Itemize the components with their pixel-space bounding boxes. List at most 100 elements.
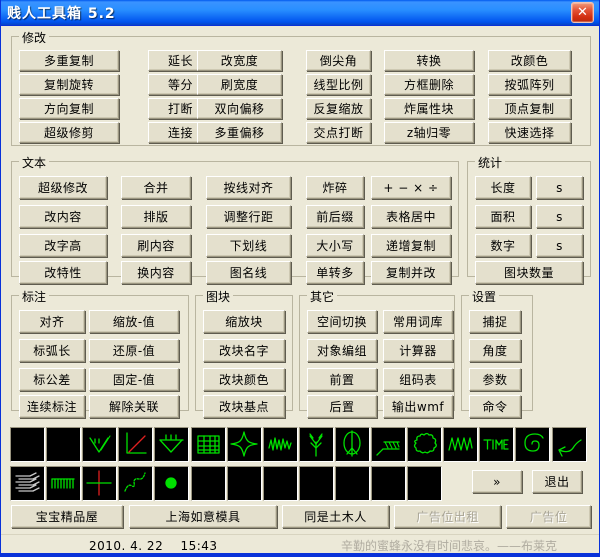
text-button-表格居中[interactable]: 表格居中 <box>371 205 451 228</box>
annotation-button-标弧长[interactable]: 标弧长 <box>19 339 85 362</box>
four-point-star-icon[interactable] <box>227 427 262 462</box>
comb-pattern-icon[interactable] <box>46 466 81 501</box>
antenna-tower-icon[interactable] <box>335 427 370 462</box>
other-button-输出wmf[interactable]: 输出wmf <box>383 395 453 418</box>
text-button-下划线[interactable]: 下划线 <box>206 234 291 257</box>
modify-button-z轴归零[interactable]: z轴归零 <box>384 122 474 143</box>
other-button-对象编组[interactable]: 对象编组 <box>307 339 377 362</box>
cloud-revision-icon[interactable] <box>407 427 442 462</box>
block-button-改块名字[interactable]: 改块名字 <box>203 339 285 362</box>
stats-side-button-长度[interactable]: s <box>536 176 583 199</box>
icon-cell-empty-r2-10[interactable] <box>371 466 406 501</box>
modify-button-顶点复制[interactable]: 顶点复制 <box>488 98 571 119</box>
text-button-合并[interactable]: 合并 <box>121 176 191 199</box>
text-button-前后缀[interactable]: 前后缀 <box>306 205 364 228</box>
elevation-symbol-icon[interactable] <box>82 427 117 462</box>
ad-button-同是土木人[interactable]: 同是土木人 <box>282 505 389 528</box>
text-button-排版[interactable]: 排版 <box>121 205 191 228</box>
modify-button-超级修剪[interactable]: 超级修剪 <box>19 122 119 143</box>
modify-button-线型比例[interactable]: 线型比例 <box>306 74 371 95</box>
icon-cell-empty-r2-8[interactable] <box>299 466 334 501</box>
settings-button-捕捉[interactable]: 捕捉 <box>469 310 521 333</box>
tree-branch-icon[interactable] <box>299 427 334 462</box>
modify-button-倒尖角[interactable]: 倒尖角 <box>306 50 371 71</box>
stats-button-数字[interactable]: 数字 <box>475 234 531 257</box>
annotation-button-还原-值[interactable]: 还原-值 <box>89 339 179 362</box>
text-button-btn[interactable]: + − × ÷ <box>371 176 451 199</box>
hatch-lines-icon[interactable] <box>10 466 45 501</box>
modify-button-刷宽度[interactable]: 刷宽度 <box>197 74 282 95</box>
modify-button-转换[interactable]: 转换 <box>384 50 474 71</box>
modify-button-按弧阵列[interactable]: 按弧阵列 <box>488 74 571 95</box>
other-button-组码表[interactable]: 组码表 <box>383 368 453 391</box>
annotation-button-标公差[interactable]: 标公差 <box>19 368 85 391</box>
icon-cell-empty-r2-11[interactable] <box>407 466 442 501</box>
level-marks-icon[interactable] <box>154 427 189 462</box>
scribble-wave-icon[interactable] <box>263 427 298 462</box>
icon-cell-empty-r2-6[interactable] <box>227 466 262 501</box>
modify-button-多重复制[interactable]: 多重复制 <box>19 50 119 71</box>
modify-button-快速选择[interactable]: 快速选择 <box>488 122 571 143</box>
filled-dot-icon[interactable] <box>154 466 189 501</box>
stats-button-面积[interactable]: 面积 <box>475 205 531 228</box>
settings-button-角度[interactable]: 角度 <box>469 339 521 362</box>
text-button-递增复制[interactable]: 递增复制 <box>371 234 451 257</box>
annotation-button-连续标注[interactable]: 连续标注 <box>19 395 85 418</box>
modify-button-双向偏移[interactable]: 双向偏移 <box>197 98 282 119</box>
block-button-改块基点[interactable]: 改块基点 <box>203 395 285 418</box>
icon-cell-empty-r1-1[interactable] <box>46 427 81 462</box>
text-button-调整行距[interactable]: 调整行距 <box>206 205 291 228</box>
modify-button-炸属性块[interactable]: 炸属性块 <box>384 98 474 119</box>
settings-button-命令[interactable]: 命令 <box>469 395 521 418</box>
icon-cell-empty-r2-7[interactable] <box>263 466 298 501</box>
stats-side-button-数字[interactable]: s <box>536 234 583 257</box>
modify-button-改颜色[interactable]: 改颜色 <box>488 50 571 71</box>
other-button-后置[interactable]: 后置 <box>307 395 377 418</box>
text-button-炸碎[interactable]: 炸碎 <box>306 176 364 199</box>
modify-button-改宽度[interactable]: 改宽度 <box>197 50 282 71</box>
modify-button-方框删除[interactable]: 方框删除 <box>384 74 474 95</box>
other-button-空间切换[interactable]: 空间切换 <box>307 310 377 333</box>
modify-button-交点打断[interactable]: 交点打断 <box>306 122 371 143</box>
axis-line-icon[interactable] <box>118 427 153 462</box>
time-text-icon[interactable] <box>479 427 514 462</box>
ad-button-上海如意模具[interactable]: 上海如意模具 <box>129 505 277 528</box>
more-icons-button[interactable]: » <box>472 470 522 493</box>
text-button-改特性[interactable]: 改特性 <box>19 261 107 284</box>
other-button-计算器[interactable]: 计算器 <box>383 339 453 362</box>
other-button-前置[interactable]: 前置 <box>307 368 377 391</box>
annotation-button-缩放-值[interactable]: 缩放-值 <box>89 310 179 333</box>
text-button-单转多[interactable]: 单转多 <box>306 261 364 284</box>
crosshair-icon[interactable] <box>82 466 117 501</box>
other-button-常用词库[interactable]: 常用词库 <box>383 310 453 333</box>
exit-button[interactable]: 退出 <box>532 470 582 493</box>
text-button-改字高[interactable]: 改字高 <box>19 234 107 257</box>
text-button-复制并改[interactable]: 复制并改 <box>371 261 451 284</box>
stats-side-button-面积[interactable]: s <box>536 205 583 228</box>
text-button-大小写[interactable]: 大小写 <box>306 234 364 257</box>
close-icon[interactable]: ✕ <box>571 2 594 23</box>
modify-button-反复缩放[interactable]: 反复缩放 <box>306 98 371 119</box>
text-button-按线对齐[interactable]: 按线对齐 <box>206 176 291 199</box>
stats-button-长度[interactable]: 长度 <box>475 176 531 199</box>
annotation-button-对齐[interactable]: 对齐 <box>19 310 85 333</box>
modify-button-多重偏移[interactable]: 多重偏移 <box>197 122 282 143</box>
block-button-缩放块[interactable]: 缩放块 <box>203 310 285 333</box>
text-button-超级修改[interactable]: 超级修改 <box>19 176 107 199</box>
icon-cell-empty-r2-5[interactable] <box>191 466 226 501</box>
arrow-curve-icon[interactable] <box>552 427 587 462</box>
icon-cell-empty-r2-9[interactable] <box>335 466 370 501</box>
modify-button-复制旋转[interactable]: 复制旋转 <box>19 74 119 95</box>
ad-button-宝宝精品屋[interactable]: 宝宝精品屋 <box>11 505 123 528</box>
table-grid-icon[interactable] <box>191 427 226 462</box>
zigzag-wave-icon[interactable] <box>443 427 478 462</box>
settings-button-参数[interactable]: 参数 <box>469 368 521 391</box>
icon-cell-empty-r1-0[interactable] <box>10 427 45 462</box>
block-button-改块颜色[interactable]: 改块颜色 <box>203 368 285 391</box>
annotation-button-固定-值[interactable]: 固定-值 <box>89 368 179 391</box>
annotation-button-解除关联[interactable]: 解除关联 <box>89 395 179 418</box>
text-button-换内容[interactable]: 换内容 <box>121 261 191 284</box>
text-button-图名线[interactable]: 图名线 <box>206 261 291 284</box>
modify-button-方向复制[interactable]: 方向复制 <box>19 98 119 119</box>
polyline-curve-icon[interactable] <box>118 466 153 501</box>
